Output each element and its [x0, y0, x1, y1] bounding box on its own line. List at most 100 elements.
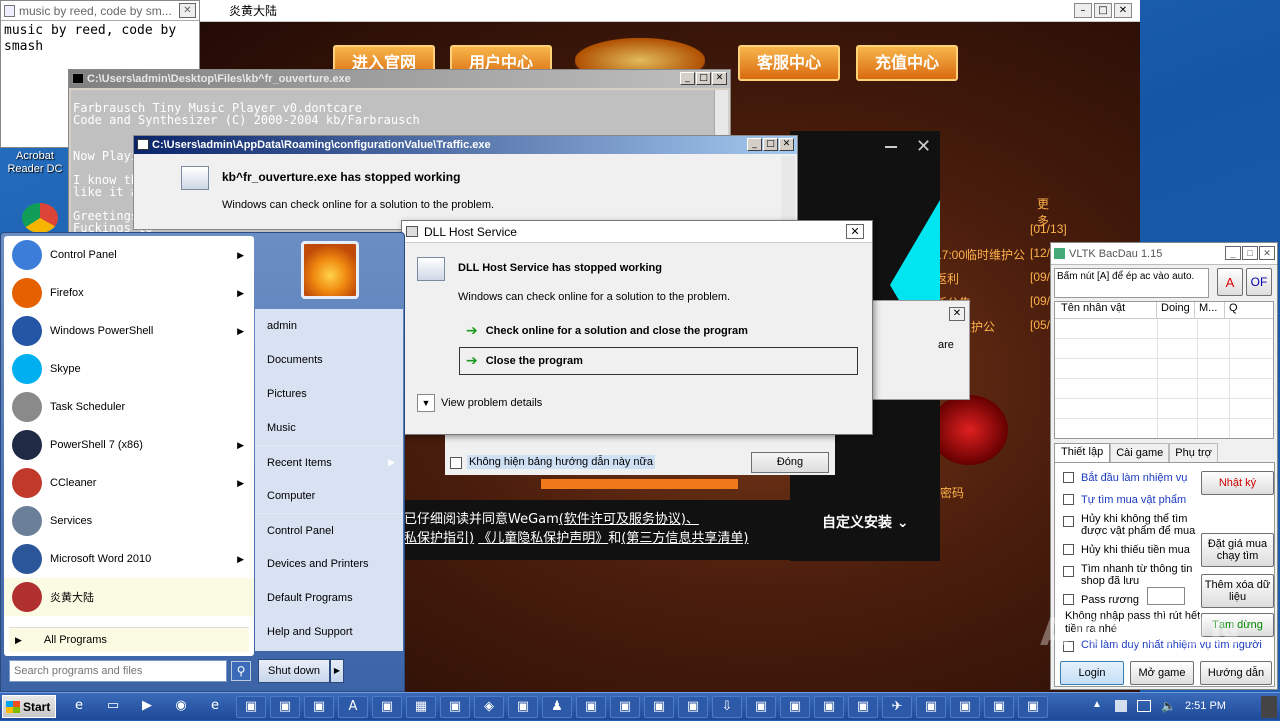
close-button[interactable]: ✕	[1114, 3, 1132, 18]
start-menu-item[interactable]: Microsoft Word 2010 ▶	[4, 540, 254, 578]
search-input[interactable]	[9, 660, 227, 682]
checkbox[interactable]	[1063, 544, 1074, 555]
notepad-content[interactable]: music by reed, code by smash	[1, 21, 199, 57]
pass-field[interactable]	[1147, 587, 1185, 605]
app-icon[interactable]: ▣	[780, 696, 810, 718]
console-maximize[interactable]: □	[696, 72, 711, 85]
vltk-a-button[interactable]: A	[1217, 268, 1243, 296]
tab-helper[interactable]: Phụ trợ	[1169, 443, 1218, 463]
notepad-close-button[interactable]: ✕	[179, 3, 196, 18]
volume-icon[interactable]: 🔈	[1161, 699, 1176, 713]
maximize-button[interactable]: □	[1094, 3, 1112, 18]
app-icon[interactable]: ▣	[916, 696, 946, 718]
add-remove-data-button[interactable]: Thêm xóa dữ liệu	[1201, 574, 1274, 608]
clock[interactable]: 2:51 PM	[1185, 700, 1226, 712]
vltk-option[interactable]: Hủy khi thiếu tiền mua	[1055, 539, 1205, 561]
privacy-link[interactable]: 私保护指引)	[404, 531, 474, 546]
start-menu-place[interactable]: Default Programs	[255, 581, 403, 615]
news-item[interactable]: 返利 [09/	[935, 270, 1055, 294]
app-icon[interactable]: ▣	[610, 696, 640, 718]
app-icon[interactable]: ▣	[678, 696, 708, 718]
start-menu-item[interactable]: CCleaner ▶	[4, 464, 254, 502]
news-item[interactable]: 17:00临时维护公 [12/	[935, 246, 1055, 270]
third-party-link[interactable]: (第三方信息共享清单)	[621, 531, 748, 546]
start-menu-place[interactable]: Computer	[255, 479, 403, 513]
start-menu-item[interactable]: 炎黄大陆	[4, 578, 254, 616]
folder-icon[interactable]: ▭	[98, 696, 128, 718]
bird-icon[interactable]: ✈	[882, 696, 912, 718]
column-header[interactable]: Doing	[1157, 302, 1195, 318]
vltk-minimize[interactable]: _	[1225, 246, 1241, 260]
start-menu-place[interactable]: Control Panel	[255, 513, 403, 547]
app-icon[interactable]: ▣	[372, 696, 402, 718]
start-button[interactable]: Start	[2, 695, 56, 718]
vltk-maximize[interactable]: □	[1242, 246, 1258, 260]
column-header[interactable]: M...	[1195, 302, 1225, 318]
start-menu-item[interactable]: Control Panel ▶	[4, 236, 254, 274]
start-menu-item[interactable]: Skype	[4, 350, 254, 388]
news-item[interactable]: [01/13]	[935, 222, 1067, 246]
start-menu-place[interactable]: admin	[255, 309, 403, 343]
show-desktop-button[interactable]	[1261, 696, 1277, 718]
traffic-minimize[interactable]: _	[747, 138, 762, 151]
network-icon[interactable]	[1137, 700, 1151, 712]
person-icon[interactable]: ♟	[542, 696, 572, 718]
desktop-icon-chrome-partial[interactable]	[22, 203, 58, 233]
console-close[interactable]: ✕	[712, 72, 727, 85]
minimize-button[interactable]: –	[1074, 3, 1092, 18]
guide-button[interactable]: Hướng dẫn	[1200, 661, 1272, 685]
checkbox[interactable]	[1063, 566, 1074, 577]
custom-install-button[interactable]: 自定义安装 ⌄	[822, 512, 909, 532]
traffic-maximize[interactable]: □	[763, 138, 778, 151]
view-details-toggle[interactable]: ▼ View problem details	[417, 394, 542, 412]
open-game-button[interactable]: Mở game	[1130, 661, 1194, 685]
vltk-option[interactable]: Hủy khi không thể tìm được vật phẩm để m…	[1055, 511, 1205, 539]
start-menu-place[interactable]: Music	[255, 411, 403, 445]
checkbox[interactable]	[1063, 472, 1074, 483]
app-icon[interactable]: ▣	[270, 696, 300, 718]
traffic-close[interactable]: ✕	[779, 138, 794, 151]
dll-close-button[interactable]: ✕	[846, 224, 864, 239]
ie-icon[interactable]: e	[64, 696, 94, 718]
vltk-close[interactable]: ✕	[1259, 246, 1275, 260]
password-link[interactable]: 密码	[940, 484, 964, 501]
vltk-of-button[interactable]: OF	[1246, 268, 1272, 296]
start-menu-place[interactable]: Recent Items ▶	[255, 445, 403, 479]
guide-close-button[interactable]: Đóng	[751, 452, 829, 473]
start-menu-place[interactable]: Devices and Printers	[255, 547, 403, 581]
start-menu-place[interactable]: Documents	[255, 343, 403, 377]
app-icon[interactable]: ▣	[746, 696, 776, 718]
app-icon[interactable]: ▣	[984, 696, 1014, 718]
start-menu-place[interactable]: Help and Support	[255, 615, 403, 649]
game-icon[interactable]: ◈	[474, 696, 504, 718]
wegame-minimize-icon[interactable]	[885, 146, 897, 148]
guide-checkbox[interactable]	[450, 457, 462, 469]
checkbox[interactable]	[1063, 594, 1074, 605]
child-privacy-link[interactable]: 《儿童隐私保护声明》	[478, 531, 608, 546]
tab-install[interactable]: Cài game	[1110, 443, 1170, 463]
checkbox[interactable]	[1063, 516, 1074, 527]
app-icon[interactable]: ▣	[848, 696, 878, 718]
wegame-close-icon[interactable]: ✕	[916, 136, 931, 157]
media-icon[interactable]: ▶	[132, 696, 162, 718]
flag-icon[interactable]	[1115, 700, 1127, 712]
console-minimize[interactable]: _	[680, 72, 695, 85]
tab-settings[interactable]: Thiết lập	[1054, 443, 1111, 463]
start-menu-item[interactable]: Services	[4, 502, 254, 540]
acrobat-icon[interactable]: A	[338, 696, 368, 718]
nav-recharge[interactable]: 充值中心	[856, 45, 958, 81]
start-menu-item[interactable]: Windows PowerShell ▶	[4, 312, 254, 350]
check-online-option[interactable]: ➔ Check online for a solution and close t…	[460, 318, 858, 344]
app-icon[interactable]: ▣	[304, 696, 334, 718]
license-link[interactable]: (软件许可及服务协议)、	[559, 512, 699, 527]
search-icon[interactable]: ⚲	[231, 661, 251, 681]
app-icon[interactable]: ▣	[576, 696, 606, 718]
traffic-scrollbar[interactable]	[781, 156, 795, 230]
app-icon[interactable]: ▣	[814, 696, 844, 718]
vltk-option[interactable]: Bắt đầu làm nhiệm vụ	[1055, 467, 1205, 489]
app-icon[interactable]: ▣	[440, 696, 470, 718]
app-icon[interactable]: ▣	[644, 696, 674, 718]
start-menu-item[interactable]: Task Scheduler	[4, 388, 254, 426]
login-button[interactable]: Login	[1060, 661, 1124, 685]
app-icon[interactable]: ▣	[1018, 696, 1048, 718]
